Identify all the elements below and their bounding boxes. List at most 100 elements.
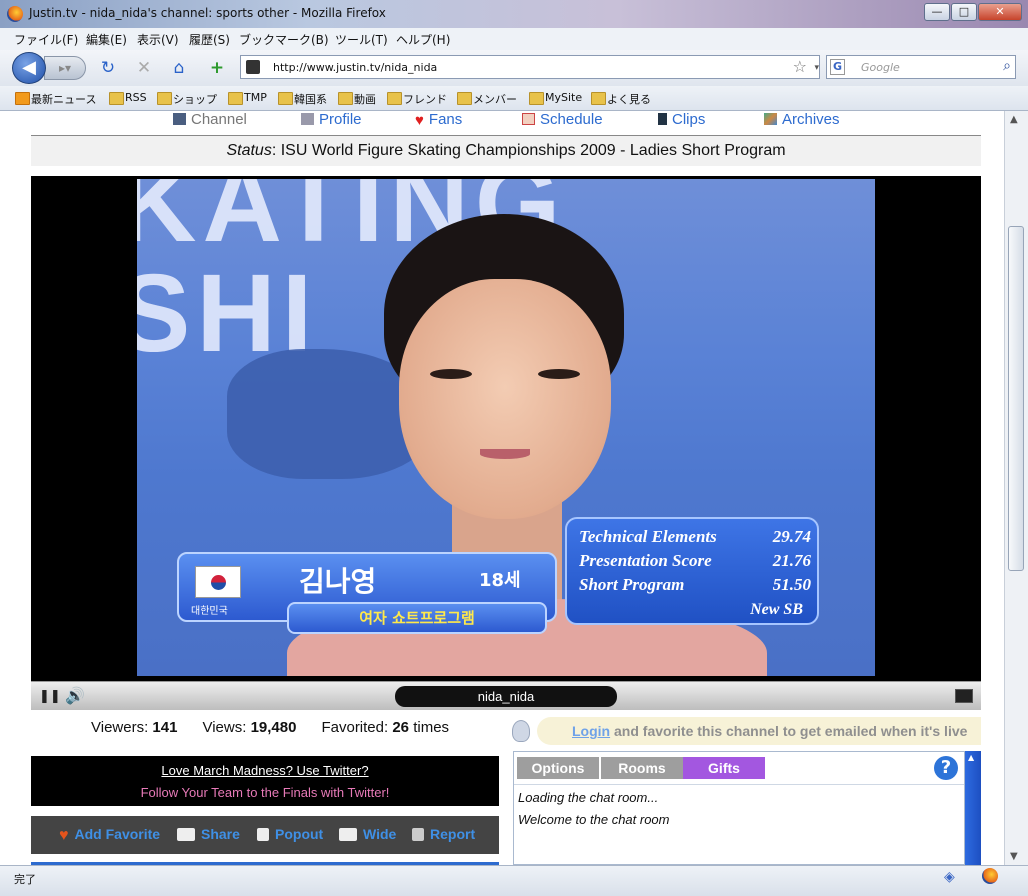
scrollbar-thumb[interactable] (1008, 226, 1024, 571)
bookmark-item[interactable]: 韓国系 (278, 91, 327, 107)
skater-eye (430, 369, 472, 379)
wide-button[interactable]: Wide (339, 826, 396, 842)
dropdown-arrow-icon[interactable]: ▾ (814, 63, 819, 73)
chat-message: Welcome to the chat room (518, 812, 670, 827)
help-icon[interactable]: ? (934, 756, 958, 780)
tab-clips[interactable]: Clips (658, 111, 705, 128)
score-overlay: Technical Elements 29.74 Presentation Sco… (565, 517, 819, 625)
heart-icon: ♥ (59, 827, 69, 844)
bookmark-item[interactable]: よく見る (591, 91, 651, 107)
divider (514, 784, 964, 785)
favorited-count: 26 (392, 719, 410, 736)
browser-window: Justin.tv - nida_nida's channel: sports … (0, 0, 1028, 896)
back-button[interactable]: ◀ (12, 52, 46, 84)
event-label: 여자 쇼트프로그램 (287, 602, 547, 634)
menu-edit[interactable]: 編集(E) (86, 31, 127, 48)
tab-options[interactable]: Options (517, 757, 599, 779)
status-text: : ISU World Figure Skating Championships… (271, 142, 786, 159)
bookmark-item[interactable]: 最新ニュース (14, 91, 96, 107)
wide-icon (339, 828, 357, 841)
forward-button[interactable]: ▸▾ (44, 56, 86, 80)
home-icon[interactable]: ⌂ (168, 57, 190, 79)
calendar-icon (522, 113, 535, 125)
popout-icon (257, 828, 269, 841)
firefox-icon (7, 6, 23, 22)
score-row: Short Program 51.50 (579, 575, 811, 594)
add-favorite-button[interactable]: ♥ Add Favorite (59, 826, 160, 845)
volume-icon[interactable]: 🔊 (65, 686, 85, 705)
firefox-icon (982, 868, 998, 884)
stop-icon[interactable]: ✕ (133, 57, 155, 79)
skater-mouth (480, 449, 530, 459)
status-label: Status (226, 142, 272, 159)
bookmark-item[interactable]: ショップ (157, 91, 217, 107)
close-button[interactable]: ✕ (978, 3, 1022, 21)
tab-archives[interactable]: Archives (764, 111, 840, 128)
bookmark-item[interactable]: 動画 (338, 91, 376, 107)
magnifier-icon[interactable]: ⌕ (1003, 58, 1011, 74)
scroll-up-icon[interactable]: ▲ (968, 753, 974, 762)
bookmark-item[interactable]: MySite (528, 91, 582, 105)
skater-age: 18세 (479, 570, 521, 591)
bookmark-item[interactable]: フレンド (387, 91, 447, 107)
tab-gifts[interactable]: Gifts (683, 757, 765, 779)
bookmarks-toolbar: 最新ニュース RSS ショップ TMP 韓国系 動画 フレンド メンバー MyS… (0, 86, 1028, 111)
page-scrollbar[interactable]: ▲ ▼ (1004, 111, 1028, 865)
video-player[interactable]: KATING SHI Technical Elements 29.74 Presen… (31, 176, 981, 681)
chat-scrollbar[interactable]: ▲ (965, 751, 981, 865)
status-text: 完了 (14, 873, 36, 886)
tab-schedule[interactable]: Schedule (522, 111, 603, 128)
pause-icon[interactable]: ❚❚ (39, 689, 61, 704)
bookmark-item[interactable]: RSS (109, 91, 147, 105)
tab-rooms[interactable]: Rooms (601, 757, 683, 779)
login-link[interactable]: Login (572, 723, 610, 739)
menu-history[interactable]: 履歴(S) (189, 31, 230, 48)
menu-tools[interactable]: ツール(T) (335, 31, 388, 48)
flag-icon (412, 828, 424, 841)
share-button[interactable]: Share (177, 826, 240, 842)
bookmark-item[interactable]: メンバー (457, 91, 517, 107)
search-placeholder: Google (861, 61, 900, 74)
promo-link[interactable]: Love March Madness? Use Twitter? (31, 763, 499, 778)
tab-fans[interactable]: ♥ Fans (415, 111, 462, 129)
menu-bookmarks[interactable]: ブックマーク(B) (239, 31, 329, 48)
site-favicon-icon (246, 60, 260, 74)
login-prompt: Login and favorite this channel to get e… (537, 717, 981, 745)
video-frame[interactable]: KATING SHI Technical Elements 29.74 Presen… (137, 179, 875, 676)
window-title: Justin.tv - nida_nida's channel: sports … (29, 6, 386, 20)
menu-help[interactable]: ヘルプ(H) (396, 31, 450, 48)
promo-banner[interactable]: Love March Madness? Use Twitter? Follow … (31, 756, 499, 806)
minimize-button[interactable]: — (924, 3, 950, 21)
addon-icon[interactable]: ◈ (944, 869, 955, 885)
url-text: http://www.justin.tv/nida_nida (273, 61, 438, 74)
skater-name: 김나영 (299, 565, 377, 598)
scroll-down-icon[interactable]: ▼ (1010, 851, 1018, 862)
search-engine-icon[interactable]: G (830, 59, 845, 75)
star-icon[interactable]: ☆ (793, 57, 807, 76)
tab-profile[interactable]: Profile (301, 111, 362, 128)
search-bar[interactable]: G Google ⌕ (826, 55, 1016, 79)
envelope-icon (177, 828, 195, 841)
page-content: Channel Profile ♥ Fans Schedule Clips Arc… (0, 111, 1004, 865)
bookmark-item[interactable]: TMP (228, 91, 267, 105)
add-bookmark-icon[interactable]: + (206, 57, 228, 79)
menu-bar: ファイル(F) 編集(E) 表示(V) 履歴(S) ブックマーク(B) ツール(… (0, 28, 1028, 50)
korea-flag-icon (195, 566, 241, 598)
menu-file[interactable]: ファイル(F) (14, 31, 78, 48)
tab-channel[interactable]: Channel (173, 111, 247, 128)
popout-button[interactable]: Popout (257, 826, 323, 842)
skater-face (399, 279, 611, 519)
scroll-up-icon[interactable]: ▲ (1010, 114, 1018, 125)
new-sb-badge: New SB (750, 601, 803, 618)
promo-subtext: Follow Your Team to the Finals with Twit… (140, 785, 390, 800)
heart-icon: ♥ (415, 112, 424, 129)
archive-icon (764, 113, 777, 125)
fullscreen-icon[interactable] (955, 689, 973, 703)
url-bar[interactable]: http://www.justin.tv/nida_nida ☆ ▾ (240, 55, 820, 79)
title-bar: Justin.tv - nida_nida's channel: sports … (0, 0, 1028, 28)
maximize-button[interactable]: □ (951, 3, 977, 21)
reload-icon[interactable]: ↻ (97, 57, 119, 79)
menu-view[interactable]: 表示(V) (137, 31, 179, 48)
report-button[interactable]: Report (412, 826, 475, 842)
chat-message: Loading the chat room... (518, 790, 659, 805)
